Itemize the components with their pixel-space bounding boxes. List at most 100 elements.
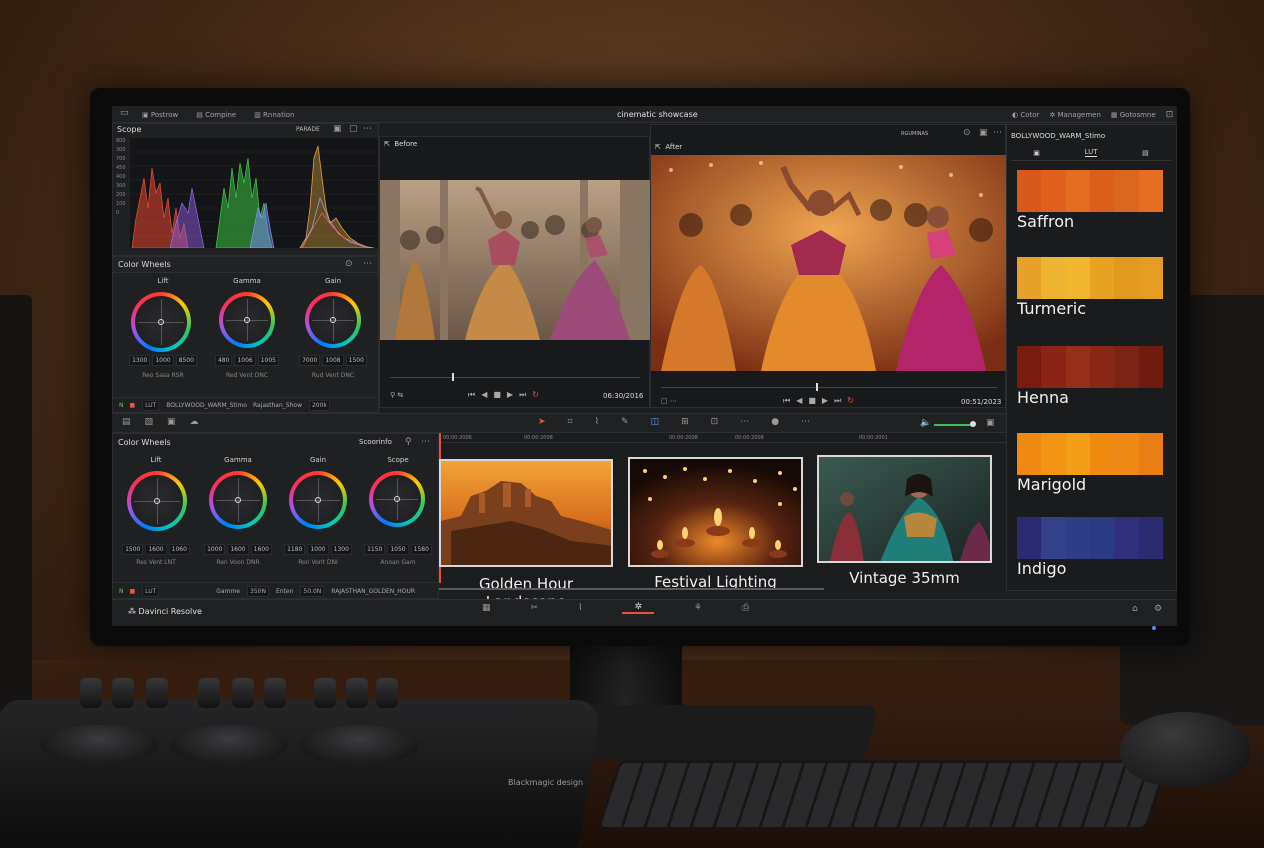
value-field[interactable]: 1150 (364, 544, 386, 555)
page-edit-icon[interactable]: ⌇ (578, 603, 582, 613)
clips-icon[interactable]: ▧ (145, 417, 154, 427)
monitor-icon[interactable]: ▣ (986, 418, 995, 428)
viewer-tools[interactable]: ⚲ ⇆ (390, 391, 403, 399)
viewer-tools[interactable]: ▢ ⋯ (661, 397, 677, 405)
value-field[interactable]: 1300 (129, 355, 151, 366)
grid-icon[interactable]: ▣ (1033, 149, 1040, 157)
timecode-ruler[interactable]: 00:00:2006 00:00:2008 00:00:2008 00:00:2… (439, 433, 1006, 443)
monitor-icon[interactable]: ▭ (120, 108, 129, 118)
key-icon[interactable]: ⋯ (740, 417, 749, 427)
playhead[interactable] (452, 373, 454, 381)
media-icon[interactable]: ▤ (122, 417, 131, 427)
lift-wheel[interactable] (127, 471, 187, 531)
value-field[interactable]: 1000 (204, 544, 226, 555)
palette-marigold[interactable]: Marigold (1017, 433, 1163, 517)
page-cut-icon[interactable]: ✂ (531, 603, 539, 613)
value-field[interactable]: 1580 (410, 544, 432, 555)
search-icon[interactable]: ⚲ (405, 437, 412, 447)
value-field[interactable]: 1180 (284, 544, 306, 555)
palette-henna[interactable]: Henna (1017, 346, 1163, 433)
field-value[interactable]: 200k (308, 400, 330, 411)
more-icon[interactable]: ⋯ (993, 128, 1002, 138)
value-field[interactable]: 1300 (330, 544, 352, 555)
page-fusion-icon[interactable]: ⚘ (694, 603, 702, 613)
gamma-wheel[interactable] (209, 471, 267, 529)
scrubber[interactable] (390, 377, 640, 378)
value-field[interactable]: 480 (214, 355, 233, 366)
list-icon[interactable]: ▤ (1142, 149, 1149, 157)
flag-icon[interactable]: N (119, 588, 124, 595)
record-icon[interactable]: ■ (130, 588, 136, 595)
page-tab-2[interactable]: ▥ Rnnation (254, 111, 294, 119)
more-icon[interactable]: ⋯ (421, 437, 430, 447)
palette-saffron[interactable]: Saffron (1017, 170, 1163, 257)
value-field[interactable]: 1005 (257, 355, 279, 366)
overlay-icon[interactable]: ⊙ (963, 128, 971, 138)
value-field[interactable]: 1500 (122, 544, 144, 555)
lift-wheel[interactable] (131, 292, 191, 352)
more-icon[interactable]: ⋯ (801, 417, 810, 427)
volume-slider[interactable] (934, 424, 974, 426)
clip-thumbnail-1[interactable]: Festival Lighting (628, 457, 805, 591)
value-field[interactable]: 1000 (307, 544, 329, 555)
value-field[interactable]: 1050 (387, 544, 409, 555)
value-field[interactable]: 1600 (250, 544, 272, 555)
page-color-icon[interactable]: ✲ (622, 602, 655, 614)
scope-info-button[interactable]: Scoorinfo (359, 438, 392, 446)
palette-turmeric[interactable]: Turmeric (1017, 257, 1163, 346)
value-field[interactable]: 1060 (168, 544, 190, 555)
page-tab-color[interactable]: ◐ Cotor (1012, 111, 1039, 119)
transport-controls[interactable]: ⏮◀■▶⏭↻ (468, 390, 545, 400)
gain-wheel[interactable] (289, 471, 347, 529)
value-field[interactable]: 1600 (227, 544, 249, 555)
page-tab-1[interactable]: ▤ Compine (196, 111, 236, 119)
pen-icon[interactable]: ✎ (621, 417, 629, 427)
sizing-icon[interactable]: ● (771, 417, 779, 427)
curves-icon[interactable]: ⌇ (595, 417, 599, 427)
page-media-icon[interactable]: ▦ (482, 603, 491, 613)
page-deliver-icon[interactable]: ⎙ (742, 603, 749, 613)
settings-icon[interactable]: ⊡ (1166, 110, 1174, 120)
value-field[interactable]: 1008 (322, 355, 344, 366)
gallery-icon[interactable]: ▣ (167, 417, 176, 427)
record-icon[interactable]: ■ (130, 402, 136, 409)
reset-icon[interactable]: ⊙ (345, 259, 353, 269)
scope-mode[interactable]: PARADE (296, 126, 320, 133)
lut-button[interactable]: LUT (142, 400, 160, 411)
window-icon[interactable]: ◫ (651, 417, 660, 427)
ent-value[interactable]: 50.0N (300, 585, 325, 597)
page-tab-0[interactable]: ▣ Postrow (142, 111, 178, 119)
viewer-mode[interactable]: RGUMINAS (901, 131, 928, 137)
scrubber[interactable] (661, 387, 997, 388)
gamma-value[interactable]: 350N (247, 585, 269, 597)
gamma-wheel[interactable] (219, 292, 275, 348)
value-field[interactable]: 8500 (175, 355, 197, 366)
nodes-icon[interactable]: ☁ (190, 417, 199, 427)
expand-icon[interactable]: ▢ (349, 124, 358, 134)
gain-wheel[interactable] (305, 292, 361, 348)
value-field[interactable]: 1000 (152, 355, 174, 366)
home-icon[interactable]: ⌂ (1132, 604, 1138, 614)
page-tab-deliver[interactable]: ▦ Gotosmne (1111, 111, 1156, 119)
value-field[interactable]: 1006 (234, 355, 256, 366)
value-field[interactable]: 1600 (145, 544, 167, 555)
fullscreen-icon[interactable]: ▣ (979, 128, 988, 138)
palette-indigo[interactable]: Indigo (1017, 517, 1163, 597)
tracker-icon[interactable]: ⊞ (681, 417, 689, 427)
pointer-icon[interactable]: ➤ (538, 417, 546, 427)
settings-gear-icon[interactable]: ⚙ (1154, 604, 1162, 614)
volume-knob[interactable] (970, 421, 976, 427)
more-icon[interactable]: ⋯ (363, 124, 372, 134)
layout-icon[interactable]: ▣ (333, 124, 342, 134)
value-field[interactable]: 1500 (345, 355, 367, 366)
transport-controls[interactable]: ⏮◀■▶⏭↻ (783, 396, 860, 406)
page-tab-media[interactable]: ✲ Managemen (1049, 111, 1100, 119)
clip-thumbnail-2[interactable]: Vintage 35mm (817, 455, 994, 587)
offset-wheel[interactable] (369, 471, 425, 527)
lut-button[interactable]: LUT (142, 585, 160, 597)
crop-icon[interactable]: ⌗ (568, 417, 573, 427)
blur-icon[interactable]: ⊡ (711, 417, 719, 427)
tab-lut[interactable]: LUT (1084, 148, 1098, 157)
playhead[interactable] (816, 383, 818, 391)
flag-icon[interactable]: N (119, 402, 124, 409)
